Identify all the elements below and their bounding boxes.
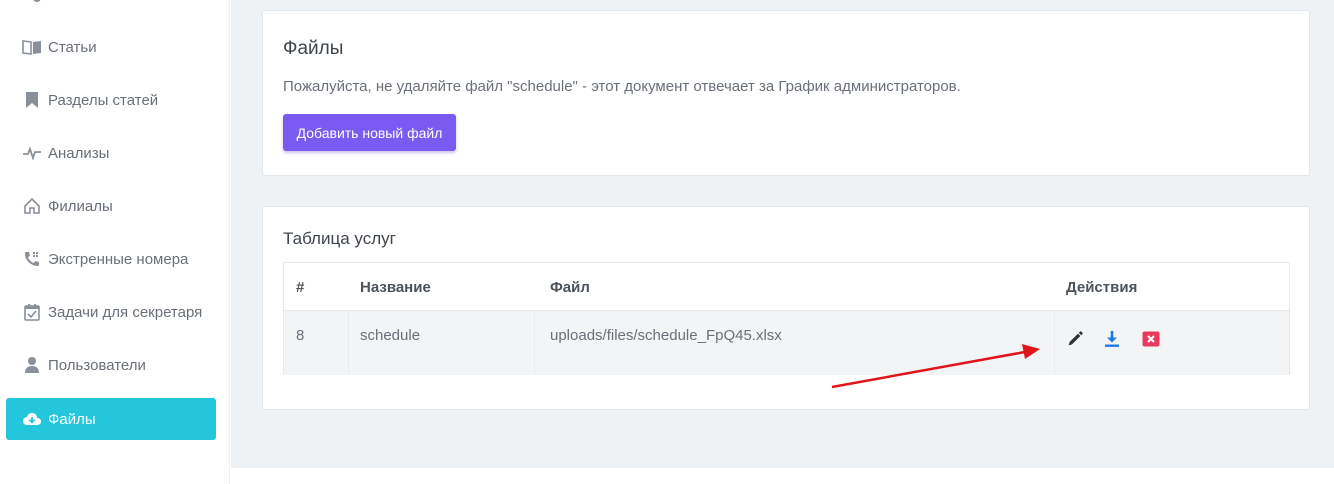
home-icon bbox=[22, 196, 42, 216]
user-icon bbox=[22, 355, 42, 375]
row-file-path: uploads/files/schedule_FpQ45.xlsx bbox=[550, 327, 782, 344]
sidebar-item-articles[interactable]: Статьи bbox=[6, 26, 216, 68]
phone-icon bbox=[22, 249, 42, 269]
column-header-actions: Действия bbox=[1066, 279, 1138, 296]
sidebar-item-emergency-numbers[interactable]: Экстренные номера bbox=[6, 238, 216, 280]
column-divider bbox=[1054, 311, 1055, 375]
gear-icon bbox=[22, 0, 42, 6]
sidebar-item-branches[interactable]: Филиалы bbox=[6, 185, 216, 227]
table-row: 8 schedule uploads/files/schedule_FpQ45.… bbox=[284, 311, 1289, 375]
column-divider bbox=[534, 311, 535, 375]
add-file-button[interactable]: Добавить новый файл bbox=[283, 114, 456, 151]
files-warning-text: Пожалуйста, не удаляйте файл "schedule" … bbox=[283, 78, 961, 95]
pulse-icon bbox=[22, 143, 42, 163]
sidebar-item-label: Пользователи bbox=[48, 356, 146, 374]
sidebar-item-analyses[interactable]: Анализы bbox=[6, 132, 216, 174]
download-button[interactable] bbox=[1102, 330, 1122, 353]
sidebar-item-users[interactable]: Пользователи bbox=[6, 344, 216, 386]
sidebar-item-label: Анализы bbox=[48, 144, 110, 162]
edit-button[interactable] bbox=[1065, 330, 1085, 353]
services-table-card: Таблица услуг # Название Файл Действия 8… bbox=[262, 206, 1310, 410]
sidebar-item-label: Файлы bbox=[48, 410, 96, 428]
sidebar-item-label: Филиалы bbox=[48, 197, 113, 215]
column-header-name: Название bbox=[360, 279, 431, 296]
column-divider bbox=[348, 311, 349, 375]
sidebar-item-article-sections[interactable]: Разделы статей bbox=[6, 79, 216, 121]
pencil-icon bbox=[1066, 330, 1084, 353]
delete-icon bbox=[1142, 331, 1160, 352]
row-name: schedule bbox=[360, 327, 421, 344]
sidebar: Статьи Разделы статей Анализы Филиалы Эк… bbox=[0, 0, 230, 484]
main-content: Файлы Пожалуйста, не удаляйте файл "sche… bbox=[231, 0, 1334, 468]
sidebar-item-label: Задачи для секретаря bbox=[48, 303, 203, 321]
cloud-download-icon bbox=[22, 409, 42, 429]
table-header: # Название Файл Действия bbox=[284, 263, 1289, 311]
row-id: 8 bbox=[296, 327, 305, 344]
column-header-id: # bbox=[296, 279, 305, 296]
download-icon bbox=[1103, 330, 1121, 353]
page-title: Файлы bbox=[283, 38, 344, 59]
sidebar-item-label: Разделы статей bbox=[48, 91, 159, 109]
column-header-file: Файл bbox=[550, 279, 590, 296]
sidebar-item-label: Экстренные номера bbox=[48, 250, 189, 268]
calendar-check-icon bbox=[22, 302, 42, 322]
book-icon bbox=[22, 37, 42, 57]
sidebar-item-label: Статьи bbox=[48, 38, 97, 56]
footer-strip bbox=[231, 468, 1334, 484]
table-title: Таблица услуг bbox=[283, 229, 396, 248]
delete-button[interactable] bbox=[1141, 331, 1161, 351]
bookmark-icon bbox=[22, 90, 42, 110]
sidebar-item-secretary-tasks[interactable]: Задачи для секретаря bbox=[6, 291, 216, 333]
files-table: # Название Файл Действия 8 schedule uplo… bbox=[283, 262, 1290, 375]
sidebar-item-files[interactable]: Файлы bbox=[6, 398, 216, 440]
files-card: Файлы Пожалуйста, не удаляйте файл "sche… bbox=[262, 10, 1310, 176]
